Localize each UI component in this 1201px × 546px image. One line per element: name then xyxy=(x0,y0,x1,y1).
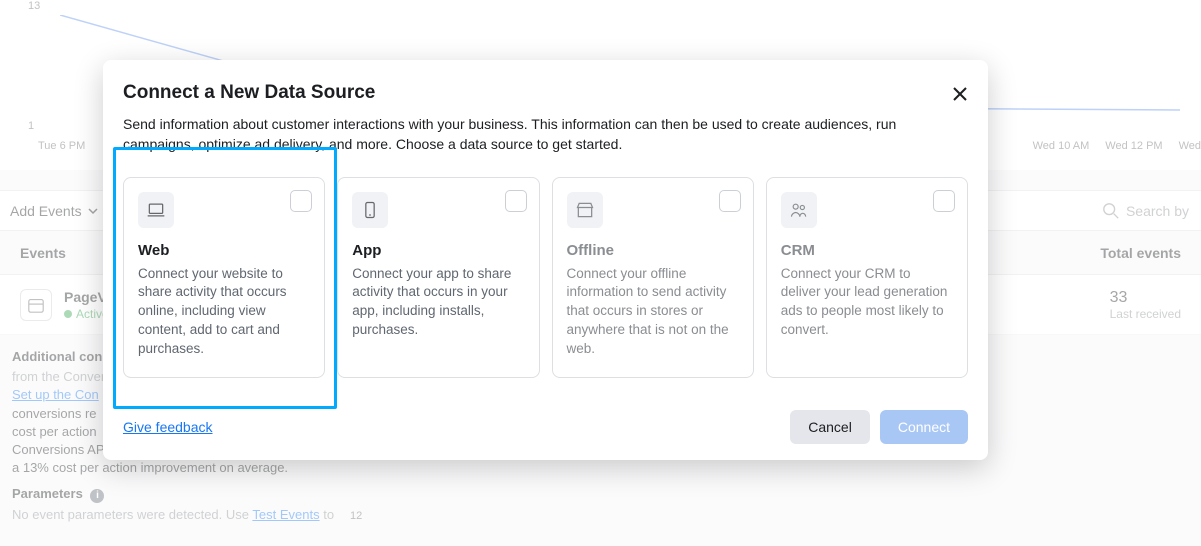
card-desc: Connect your website to share activity t… xyxy=(138,265,310,359)
card-checkbox[interactable] xyxy=(933,190,955,212)
cancel-button[interactable]: Cancel xyxy=(790,410,870,444)
card-checkbox[interactable] xyxy=(290,190,312,212)
modal-title: Connect a New Data Source xyxy=(123,82,968,104)
card-app[interactable]: App Connect your app to share activity t… xyxy=(337,177,539,378)
app-icon xyxy=(352,192,388,228)
connect-button[interactable]: Connect xyxy=(880,410,968,444)
give-feedback-link[interactable]: Give feedback xyxy=(123,419,213,435)
people-icon xyxy=(789,200,809,220)
data-source-cards: Web Connect your website to share activi… xyxy=(123,177,968,378)
card-crm[interactable]: CRM Connect your CRM to deliver your lea… xyxy=(766,177,968,378)
modal-footer: Give feedback Cancel Connect xyxy=(123,410,968,444)
phone-icon xyxy=(360,200,380,220)
card-desc: Connect your CRM to deliver your lead ge… xyxy=(781,265,953,341)
card-title: Web xyxy=(138,242,310,259)
card-title: CRM xyxy=(781,242,953,259)
card-desc: Connect your offline information to send… xyxy=(567,265,739,359)
close-icon xyxy=(950,84,970,104)
card-offline[interactable]: Offline Connect your offline information… xyxy=(552,177,754,378)
card-checkbox[interactable] xyxy=(719,190,741,212)
close-button[interactable] xyxy=(950,84,970,107)
card-title: App xyxy=(352,242,524,259)
offline-icon xyxy=(567,192,603,228)
card-checkbox[interactable] xyxy=(505,190,527,212)
connect-data-source-modal: Connect a New Data Source Send informati… xyxy=(103,60,988,460)
modal-description: Send information about customer interact… xyxy=(123,114,968,155)
crm-icon xyxy=(781,192,817,228)
store-icon xyxy=(575,200,595,220)
card-desc: Connect your app to share activity that … xyxy=(352,265,524,341)
laptop-icon xyxy=(146,200,166,220)
card-web[interactable]: Web Connect your website to share activi… xyxy=(123,177,325,378)
web-icon xyxy=(138,192,174,228)
card-title: Offline xyxy=(567,242,739,259)
